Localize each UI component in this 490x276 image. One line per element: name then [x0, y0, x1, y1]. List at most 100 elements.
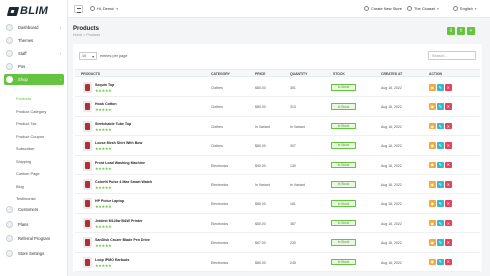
- sidebar-subitem[interactable]: Product Tax: [16, 121, 36, 126]
- pencil-icon: ✎: [438, 104, 442, 110]
- sidebar-subitem[interactable]: Custom Page: [16, 171, 40, 176]
- language-switcher[interactable]: English ▾: [453, 6, 477, 11]
- view-button[interactable]: ◉: [429, 239, 436, 246]
- sidebar-item[interactable]: Staff ›: [4, 48, 64, 59]
- product-name[interactable]: Front Load Washing Machine: [95, 161, 145, 165]
- create-store-button[interactable]: Create New Store: [364, 6, 402, 11]
- product-name[interactable]: Loop IPMO Earbuds: [95, 258, 129, 262]
- store-switcher[interactable]: The Cloaset ▾: [407, 6, 439, 11]
- edit-button[interactable]: ✎: [437, 219, 444, 227]
- eye-icon: ◉: [430, 104, 435, 110]
- column-header[interactable]: CATEGORY: [211, 72, 230, 76]
- product-name[interactable]: Hook Cotton: [95, 102, 117, 106]
- sidebar-item[interactable]: Referral Program: [4, 233, 64, 244]
- menu-toggle-icon[interactable]: [74, 5, 83, 13]
- view-button[interactable]: ◉: [429, 84, 436, 91]
- sidebar-item[interactable]: Pos: [4, 61, 64, 72]
- sidebar-subitem[interactable]: Shipping: [16, 159, 31, 164]
- table-row: Sequin Top ★★★★★ Clothes $80.00 301 In S…: [75, 78, 480, 98]
- product-category: Clothes: [211, 124, 223, 129]
- delete-button[interactable]: ✕: [445, 103, 452, 110]
- brand-logo[interactable]: BLIM: [6, 4, 48, 18]
- add-product-button[interactable]: +: [467, 27, 475, 35]
- stock-badge: In Stock: [331, 103, 356, 110]
- product-name[interactable]: Jetdest M128w B&W Printer: [95, 219, 143, 223]
- user-greeting[interactable]: Hi, Demo! ▾: [90, 6, 118, 11]
- search-input[interactable]: Search...: [428, 51, 476, 60]
- sidebar-subitem[interactable]: Subscriber: [16, 146, 35, 151]
- delete-button[interactable]: ✕: [445, 239, 452, 246]
- product-name[interactable]: SanDisk Cruzer Blade Pen Drive: [95, 238, 150, 242]
- product-image: [83, 217, 92, 229]
- product-quantity: 130: [290, 163, 296, 168]
- column-header[interactable]: QUANTITY: [290, 72, 307, 76]
- sidebar-subitem[interactable]: Blog: [16, 184, 24, 189]
- delete-button[interactable]: ✕: [445, 219, 452, 227]
- eye-icon: ◉: [430, 84, 435, 90]
- product-name[interactable]: Loose Mesh Shirt With Bow: [95, 141, 142, 145]
- import-button[interactable]: ⇧: [457, 27, 465, 35]
- edit-button[interactable]: ✎: [437, 122, 444, 130]
- sidebar-subitem[interactable]: Product Coupon: [16, 134, 44, 139]
- delete-button[interactable]: ✕: [445, 142, 452, 149]
- chevron-down-icon: ▾: [92, 54, 94, 59]
- delete-button[interactable]: ✕: [445, 181, 452, 188]
- sidebar-item[interactable]: Customers: [4, 204, 64, 215]
- edit-button[interactable]: ✎: [437, 200, 444, 207]
- breadcrumb[interactable]: Home > Products: [73, 33, 100, 37]
- view-button[interactable]: ◉: [429, 200, 436, 207]
- product-name[interactable]: HP Pictur Laptop: [95, 199, 124, 203]
- column-header[interactable]: STOCK: [333, 72, 345, 76]
- column-header[interactable]: ACTION: [429, 72, 442, 76]
- edit-button[interactable]: ✎: [437, 181, 444, 188]
- delete-button[interactable]: ✕: [445, 258, 452, 266]
- sidebar-subitem[interactable]: Testimonial: [16, 196, 35, 201]
- view-button[interactable]: ◉: [429, 142, 436, 149]
- edit-button[interactable]: ✎: [437, 103, 444, 110]
- delete-button[interactable]: ✕: [445, 122, 452, 130]
- view-button[interactable]: ◉: [429, 219, 436, 227]
- view-button[interactable]: ◉: [429, 103, 436, 110]
- edit-button[interactable]: ✎: [437, 258, 444, 266]
- delete-button[interactable]: ✕: [445, 200, 452, 207]
- product-image: [83, 256, 92, 268]
- sidebar-item-label: Themes: [18, 38, 34, 43]
- chevron-down-icon: ▾: [116, 6, 119, 11]
- edit-button[interactable]: ✎: [437, 239, 444, 246]
- sidebar-item[interactable]: Store Settings: [4, 248, 64, 259]
- trash-icon: ✕: [446, 104, 450, 110]
- column-header[interactable]: PRICE: [255, 72, 265, 76]
- view-button[interactable]: ◉: [429, 122, 436, 130]
- export-button[interactable]: ⇩: [447, 27, 455, 35]
- product-name[interactable]: Colorfit Pulse 4 Max Smart Watch: [95, 180, 152, 184]
- view-button[interactable]: ◉: [429, 181, 436, 188]
- product-name[interactable]: Stretchable Tube Top: [95, 122, 131, 126]
- sidebar-subitem[interactable]: Products: [16, 96, 31, 101]
- product-category: Electronics: [211, 183, 229, 187]
- sidebar-item[interactable]: Themes: [4, 35, 64, 46]
- stock-badge: In Stock: [331, 200, 356, 207]
- sidebar-item[interactable]: Plans: [4, 219, 64, 230]
- view-button[interactable]: ◉: [429, 258, 436, 266]
- create-store-label: Create New Store: [371, 6, 402, 11]
- sidebar-item[interactable]: Dashboard ›: [4, 22, 64, 33]
- product-price: $80.00: [255, 105, 266, 110]
- column-header[interactable]: PRODUCTS: [81, 72, 100, 76]
- store-switcher-label: The Cloaset: [414, 6, 435, 11]
- entries-select[interactable]: 10 ▾: [79, 52, 97, 60]
- edit-button[interactable]: ✎: [437, 161, 444, 169]
- stock-badge: In Stock: [331, 142, 356, 149]
- product-name[interactable]: Sequin Top: [95, 83, 114, 87]
- view-button[interactable]: ◉: [429, 161, 436, 169]
- customers-icon: [6, 206, 13, 213]
- edit-button[interactable]: ✎: [437, 84, 444, 91]
- edit-button[interactable]: ✎: [437, 142, 444, 149]
- column-header[interactable]: CREATED AT: [381, 72, 402, 76]
- sidebar-item[interactable]: Shop ›: [4, 74, 64, 85]
- product-price: In Variant: [255, 183, 270, 187]
- language-label: English: [460, 6, 473, 11]
- page-title: Products: [73, 26, 100, 32]
- sidebar-subitem[interactable]: Product Category: [16, 109, 46, 114]
- delete-button[interactable]: ✕: [445, 84, 452, 91]
- delete-button[interactable]: ✕: [445, 161, 452, 169]
